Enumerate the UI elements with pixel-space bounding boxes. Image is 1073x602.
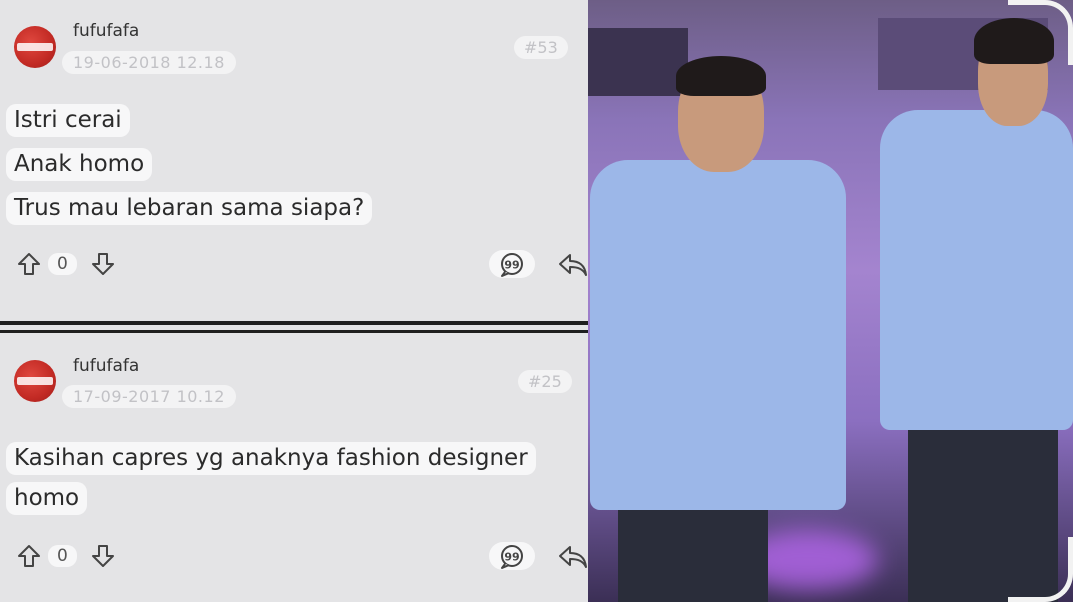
reply-arrow-icon[interactable]: [556, 541, 588, 571]
post-text-line: Anak homo: [6, 148, 153, 181]
post-number[interactable]: #53: [514, 36, 568, 59]
post-text-line: Trus mau lebaran sama siapa?: [6, 192, 373, 225]
post-text-line: Kasihan capres yg anaknya fashion design…: [6, 442, 536, 475]
arrow-up-icon[interactable]: [16, 251, 42, 277]
quote-bubble-icon[interactable]: 99: [488, 249, 536, 279]
svg-text:99: 99: [504, 551, 519, 564]
forum-post-2: fufufafa 17-09-2017 10.12 #25 Kasihan ca…: [0, 338, 588, 602]
forum-post-1: fufufafa 19-06-2018 12.18 #53 Istri cera…: [0, 0, 588, 318]
avatar[interactable]: [14, 360, 56, 402]
vote-count: 0: [48, 545, 77, 567]
forum-thread-panel: fufufafa 19-06-2018 12.18 #53 Istri cera…: [0, 0, 588, 602]
arrow-up-icon[interactable]: [16, 543, 42, 569]
avatar[interactable]: [14, 26, 56, 68]
photo-two-men-on-stage: [588, 0, 1073, 602]
svg-text:99: 99: [504, 259, 519, 272]
post-timestamp: 17-09-2017 10.12: [62, 385, 236, 408]
reply-arrow-icon[interactable]: [556, 249, 588, 279]
frame-corner: [1008, 537, 1073, 602]
post-divider: [0, 318, 588, 338]
arrow-down-icon[interactable]: [90, 251, 116, 277]
post-timestamp: 19-06-2018 12.18: [62, 51, 236, 74]
post-text-line: Istri cerai: [6, 104, 130, 137]
post-actions: 0 99: [12, 249, 588, 281]
username[interactable]: fufufafa: [73, 356, 139, 376]
screenshot-collage: fufufafa 19-06-2018 12.18 #53 Istri cera…: [0, 0, 1073, 602]
quote-bubble-icon[interactable]: 99: [488, 541, 536, 571]
post-actions: 0 99: [12, 541, 588, 573]
username[interactable]: fufufafa: [73, 21, 139, 41]
stage-screen: [588, 28, 688, 96]
frame-corner: [1008, 0, 1073, 65]
post-number[interactable]: #25: [518, 370, 572, 393]
vote-count: 0: [48, 253, 77, 275]
post-text-line: homo: [6, 482, 88, 515]
arrow-down-icon[interactable]: [90, 543, 116, 569]
